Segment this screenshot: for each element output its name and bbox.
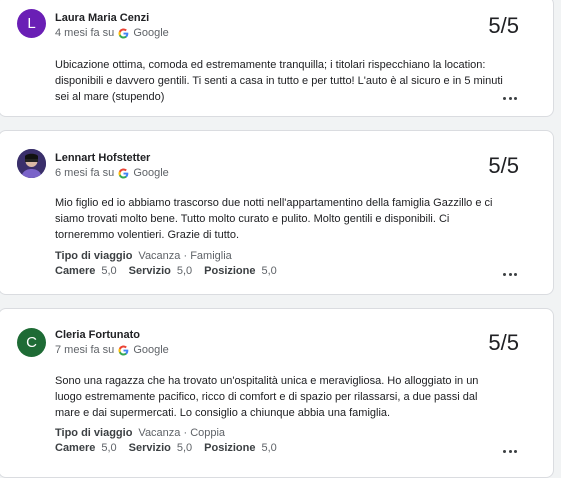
review-author[interactable]: Cleria Fortunato	[55, 329, 140, 341]
review-text: Mio figlio ed io abbiamo trascorso due n…	[55, 197, 493, 241]
trip-type-row: Tipo di viaggio Vacanza · Famiglia	[55, 250, 232, 262]
review-meta: 7 mesi fa su Google	[55, 344, 169, 356]
review-meta: 4 mesi fa su Google	[55, 27, 169, 39]
dot-icon	[508, 273, 512, 276]
trip-type-row: Tipo di viaggio Vacanza · Coppia	[55, 427, 225, 439]
review-time: 6 mesi fa su	[55, 167, 115, 179]
avatar[interactable]: C	[17, 328, 46, 357]
review-score: 5/5	[488, 153, 519, 178]
rating-label: Camere	[55, 265, 96, 277]
rating-label: Servizio	[128, 442, 171, 454]
dot-icon	[508, 450, 512, 453]
dot-icon	[503, 273, 506, 276]
rating-label: Servizio	[128, 265, 171, 277]
rating-label: Posizione	[204, 442, 256, 454]
review-score: 5/5	[488, 13, 519, 38]
review-card: C Cleria Fortunato 7 mesi fa su Google 5…	[0, 308, 554, 478]
ratings-row: Camere 5,0 Servizio 5,0 Posizione 5,0	[55, 265, 277, 277]
review-card: Lennart Hofstetter 6 mesi fa su Google 5…	[0, 130, 554, 295]
rating-value: 5,0	[261, 442, 277, 454]
rating-value: 5,0	[176, 265, 193, 277]
dot-icon	[508, 97, 512, 100]
review-source: Google	[133, 344, 169, 356]
rating-value: 5,0	[101, 442, 117, 454]
avatar-photo-icon	[17, 149, 46, 178]
trip-type-value: Vacanza · Famiglia	[138, 250, 232, 262]
rating-label: Camere	[55, 442, 96, 454]
review-time: 7 mesi fa su	[55, 344, 115, 356]
dot-icon	[503, 450, 506, 453]
ratings-row: Camere 5,0 Servizio 5,0 Posizione 5,0	[55, 442, 277, 454]
more-options-button[interactable]	[503, 273, 517, 277]
rating-value: 5,0	[261, 265, 277, 277]
review-time: 4 mesi fa su	[55, 27, 115, 39]
avatar-letter: C	[26, 334, 37, 351]
trip-type-value: Vacanza · Coppia	[138, 427, 226, 439]
review-card: L Laura Maria Cenzi 4 mesi fa su Google …	[0, 0, 554, 117]
review-source: Google	[133, 27, 169, 39]
rating-value: 5,0	[101, 265, 117, 277]
trip-type-label: Tipo di viaggio	[55, 427, 133, 439]
rating-value: 5,0	[176, 442, 193, 454]
avatar[interactable]: L	[17, 9, 46, 38]
review-source: Google	[133, 167, 169, 179]
review-author[interactable]: Lennart Hofstetter	[55, 152, 150, 164]
review-meta: 6 mesi fa su Google	[55, 167, 169, 179]
avatar[interactable]	[17, 149, 46, 178]
avatar-letter: L	[27, 15, 36, 32]
dot-icon	[514, 97, 517, 100]
dot-icon	[503, 97, 506, 100]
rating-label: Posizione	[204, 265, 256, 277]
dot-icon	[514, 273, 517, 276]
review-text: Ubicazione ottima, comoda ed estremament…	[55, 59, 503, 103]
google-icon	[118, 167, 129, 179]
review-author[interactable]: Laura Maria Cenzi	[55, 12, 149, 24]
google-icon	[118, 344, 129, 356]
trip-type-label: Tipo di viaggio	[55, 250, 133, 262]
google-icon	[118, 27, 129, 39]
review-score: 5/5	[488, 330, 519, 355]
dot-icon	[514, 450, 517, 453]
more-options-button[interactable]	[503, 97, 517, 101]
review-text: Sono una ragazza che ha trovato un'ospit…	[55, 375, 479, 419]
more-options-button[interactable]	[503, 450, 517, 454]
